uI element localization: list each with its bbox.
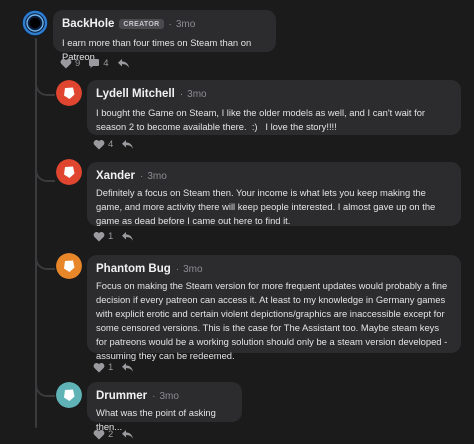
avatar[interactable] [56, 80, 82, 106]
reply-arrow-icon[interactable] [121, 362, 134, 373]
comment-text: I bought the Game on Steam, I like the o… [96, 107, 428, 132]
avatar[interactable] [22, 10, 48, 36]
comment-actions: 2 [93, 427, 134, 441]
comment-timestamp[interactable]: 3mo [147, 171, 166, 182]
comment-icon[interactable] [88, 58, 100, 69]
like-count: 1 [108, 361, 114, 373]
reply-arrow-icon[interactable] [121, 429, 134, 440]
comment-author[interactable]: Xander [96, 170, 135, 182]
comment-timestamp[interactable]: 3mo [159, 391, 178, 402]
heart-icon[interactable] [93, 231, 105, 242]
reply-arrow-icon[interactable] [117, 58, 130, 69]
heart-icon[interactable] [60, 58, 72, 69]
separator-dot: · [152, 390, 156, 402]
comment-bubble: Xander · 3mo Definitely a focus on Steam… [87, 162, 461, 226]
comment-author[interactable]: Lydell Mitchell [96, 88, 175, 100]
comment-text: Focus on making the Steam version for mo… [96, 280, 450, 361]
separator-dot: · [140, 170, 144, 182]
generic-avatar-icon [56, 80, 82, 106]
comment-text: Definitely a focus on Steam then. Your i… [96, 187, 438, 226]
comment-actions: 4 [93, 137, 134, 151]
comment-bubble: Lydell Mitchell · 3mo I bought the Game … [87, 80, 461, 135]
like-count: 1 [108, 230, 114, 242]
comment-author[interactable]: BackHole [62, 18, 114, 30]
comment-author[interactable]: Phantom Bug [96, 263, 171, 275]
reply-arrow-icon[interactable] [121, 231, 134, 242]
blackhole-avatar-icon [22, 10, 48, 36]
comment-author[interactable]: Drummer [96, 390, 147, 402]
comment-timestamp[interactable]: 3mo [176, 19, 195, 30]
comment-actions: 1 [93, 360, 134, 374]
comment-timestamp[interactable]: 3mo [183, 264, 202, 275]
thread-connector [35, 252, 55, 270]
reply-count: 4 [103, 57, 109, 69]
heart-icon[interactable] [93, 139, 105, 150]
generic-avatar-icon [56, 159, 82, 185]
heart-icon[interactable] [93, 429, 105, 440]
heart-icon[interactable] [93, 362, 105, 373]
separator-dot: · [175, 263, 180, 275]
generic-avatar-icon [56, 382, 82, 408]
creator-badge: CREATOR [119, 19, 164, 29]
comment-actions: 1 [93, 229, 134, 243]
reply-arrow-icon[interactable] [121, 139, 134, 150]
thread-connector [35, 164, 55, 182]
thread-connector [35, 379, 55, 397]
like-count: 9 [75, 57, 81, 69]
comment-bubble: BackHole CREATOR · 3mo I earn more than … [53, 10, 276, 62]
comment-bubble: Phantom Bug · 3mo Focus on making the St… [87, 255, 461, 361]
avatar[interactable] [56, 253, 82, 279]
avatar[interactable] [56, 159, 82, 185]
comment-actions: 9 4 [60, 56, 130, 70]
separator-dot: · [168, 18, 172, 30]
thread-line [35, 38, 37, 428]
avatar[interactable] [56, 382, 82, 408]
thread-connector [35, 78, 55, 96]
comment-timestamp[interactable]: 3mo [187, 89, 206, 100]
generic-avatar-icon [56, 253, 82, 279]
like-count: 4 [108, 138, 114, 150]
comment-bubble: Drummer · 3mo What was the point of aski… [87, 382, 242, 432]
separator-dot: · [179, 88, 184, 100]
like-count: 2 [108, 428, 114, 440]
